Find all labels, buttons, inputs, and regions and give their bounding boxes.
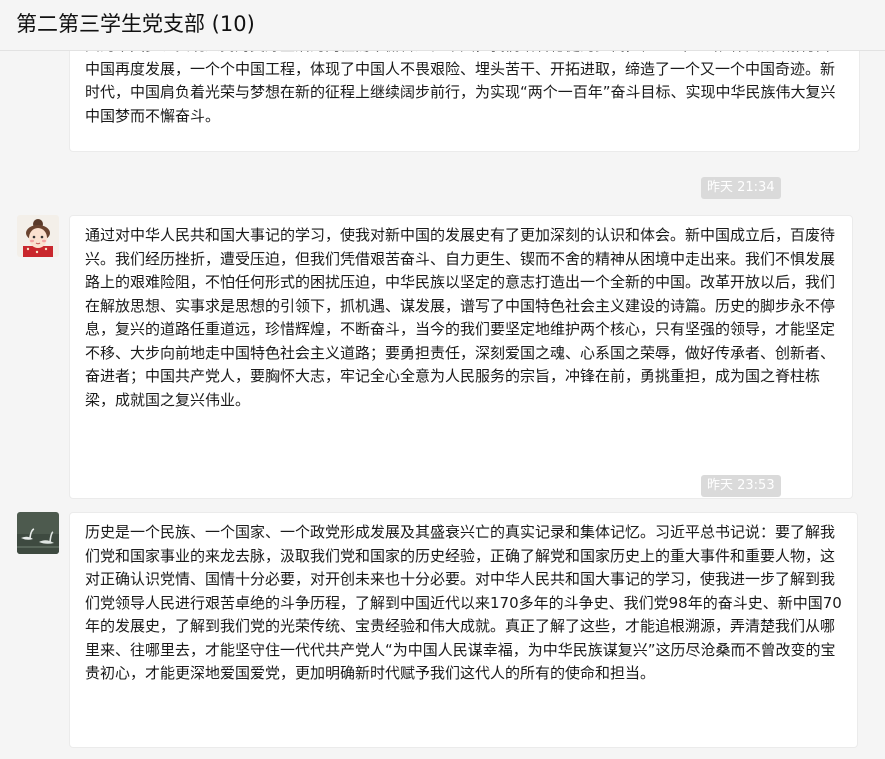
chat-title: 第二第三学生党支部 (10) bbox=[16, 12, 255, 36]
message-bubble[interactable]: 历史是一个民族、一个国家、一个政党形成发展及其盛衰兴亡的真实记录和集体记忆。习近… bbox=[69, 512, 858, 748]
swan-avatar-icon[interactable] bbox=[17, 512, 59, 554]
message-list[interactable]: 共的中国梦、实现人民对美好生活的向往而不懈奋进。今天，我们踏着稳健的步伐，在“一… bbox=[0, 51, 885, 759]
timestamp: 昨天 21:34 bbox=[701, 177, 781, 199]
chat-header: 第二第三学生党支部 (10) bbox=[0, 0, 885, 51]
girl-avatar-icon[interactable] bbox=[17, 215, 59, 257]
message-bubble[interactable]: 共的中国梦、实现人民对美好生活的向往而不懈奋进。今天，我们踏着稳健的步伐，在“一… bbox=[69, 51, 860, 152]
message-bubble[interactable]: 通过对中华人民共和国大事记的学习，使我对新中国的发展史有了更加深刻的认识和体会。… bbox=[69, 215, 853, 499]
timestamp: 昨天 23:53 bbox=[701, 475, 781, 497]
